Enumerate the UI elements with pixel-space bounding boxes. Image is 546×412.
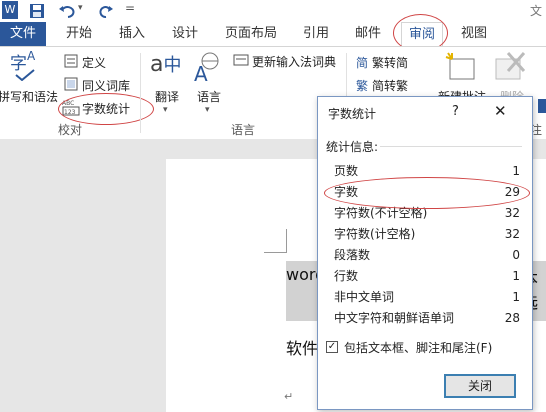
save-icon[interactable] [29,3,45,19]
define-button[interactable]: 定义 [82,54,106,71]
crop-mark [264,252,286,253]
document-text-line2: 软件 [286,339,319,358]
traditional-icon: 简 [356,56,369,70]
next-comment-icon[interactable] [538,99,546,113]
stat-value: 1 [512,164,520,178]
tab-mailings[interactable]: 邮件 [355,22,381,46]
close-button[interactable]: 关闭 [444,374,516,398]
group-separator [140,53,141,133]
word-logo-icon: W [2,1,18,19]
window-title: 文 [530,4,543,18]
include-textboxes-label[interactable]: 包括文本框、脚注和尾注(F) [344,339,492,356]
dialog-title: 字数统计 [328,107,377,121]
stat-row-chars-with-spaces: 字符数(计空格) 32 [334,224,520,244]
crop-mark [286,229,287,253]
help-button[interactable]: ? [452,104,459,119]
stat-label: 字符数(计空格) [334,227,416,241]
stat-value: 28 [504,311,520,325]
title-bar: W ▾ = 文 [0,0,546,22]
language-dropdown-icon[interactable]: ▾ [205,105,210,115]
customize-qat-icon[interactable]: = [125,1,135,15]
translate-button[interactable]: 翻译 [155,88,179,105]
dialog-title-bar[interactable]: 字数统计 ? ✕ [318,97,532,127]
include-textboxes-checkbox[interactable]: ✓ [326,341,338,353]
trad-to-simp-button[interactable]: 繁转简 [372,54,408,71]
thesaurus-icon [64,77,78,91]
delete-comment-icon [495,52,526,80]
ribbon-tabs: 文件 开始 插入 设计 页面布局 引用 邮件 审阅 视图 [0,22,546,47]
group-label-proofing: 校对 [58,123,83,137]
group-label-language: 语言 [231,123,256,137]
simplified-icon: 繁 [356,79,369,93]
checkmark-icon [15,69,35,81]
stat-label: 段落数 [334,248,371,262]
stat-value: 1 [512,269,520,283]
highlight-ring-word-stat [324,177,530,209]
undo-icon[interactable] [58,3,76,19]
tab-insert[interactable]: 插入 [119,22,145,46]
spelling-grammar-button[interactable]: 拼写和语法 [0,88,58,105]
svg-text:A: A [194,62,208,83]
undo-dropdown-icon[interactable]: ▾ [78,3,83,13]
ime-dictionary-icon [233,54,249,66]
stat-row-non-asian-words: 非中文单词 1 [334,287,520,307]
word-count-dialog: 字数统计 ? ✕ 统计信息: 页数 1 字数 29 字符数(不计空格) 32 字符数(… [317,96,533,410]
dialog-close-icon[interactable]: ✕ [494,102,507,120]
tab-file[interactable]: 文件 [0,22,46,46]
stats-section-label: 统计信息: [326,140,379,154]
stat-value: 32 [504,206,520,220]
translate-icon: a中 [150,52,182,77]
language-icon: A [194,52,219,83]
stat-label: 行数 [334,269,359,283]
thesaurus-button[interactable]: 同义词库 [82,77,130,94]
tab-home[interactable]: 开始 [66,22,92,46]
language-button[interactable]: 语言 [197,88,221,105]
tab-design[interactable]: 设计 [172,22,198,46]
tab-references[interactable]: 引用 [303,22,329,46]
define-icon [64,54,78,68]
tab-page-layout[interactable]: 页面布局 [225,22,277,46]
translate-dropdown-icon[interactable]: ▾ [163,105,168,115]
stat-value: 1 [512,290,520,304]
stat-label: 页数 [334,164,359,178]
paragraph-mark: ↵ [284,390,294,403]
stat-label: 非中文单词 [334,290,395,304]
section-divider [380,146,522,147]
stat-row-lines: 行数 1 [334,266,520,286]
stat-row-paragraphs: 段落数 0 [334,245,520,265]
stat-label: 中文字符和朝鲜语单词 [334,311,455,325]
stat-row-asian-chars: 中文字符和朝鲜语单词 28 [334,308,520,328]
tab-view[interactable]: 视图 [461,22,487,46]
new-comment-icon [445,52,475,80]
redo-icon[interactable] [98,3,114,19]
simp-to-trad-button[interactable]: 简转繁 [372,77,408,94]
stat-value: 0 [512,248,520,262]
ime-dictionary-button[interactable]: 更新输入法词典 [252,53,336,70]
stat-value: 32 [504,227,520,241]
